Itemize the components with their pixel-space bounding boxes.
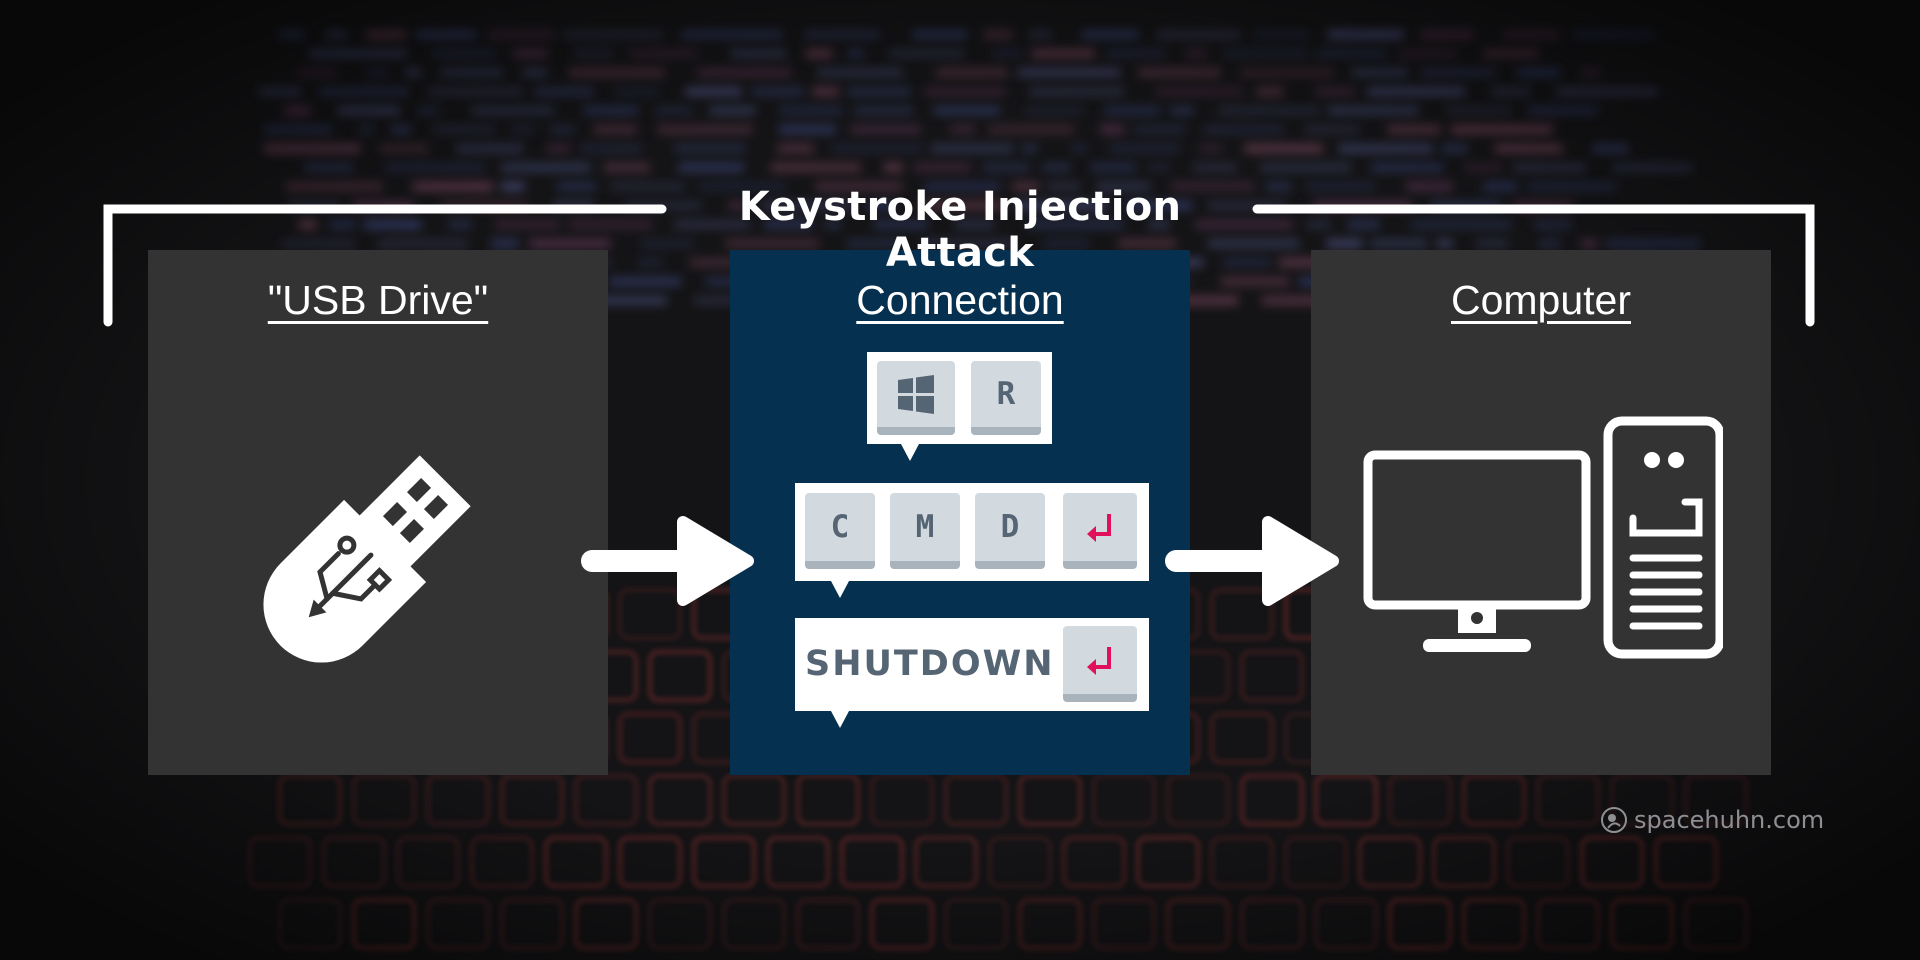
enter-key xyxy=(1063,626,1137,702)
windows-logo-icon xyxy=(898,375,934,414)
key-r: R xyxy=(971,361,1041,435)
enter-arrow-icon xyxy=(1087,514,1111,542)
diagram-title: Keystroke Injection Attack xyxy=(738,184,1182,276)
keystroke-bubble-cmd: C M D xyxy=(795,483,1149,598)
shutdown-text: SHUTDOWN xyxy=(805,644,1055,684)
connection-title: Connection xyxy=(856,277,1064,323)
computer-panel: Computer xyxy=(1311,250,1771,775)
connection-panel: Connection R C M D SHUTDOWN xyxy=(730,250,1190,775)
key-c: C xyxy=(805,493,875,569)
key-d: D xyxy=(975,493,1045,569)
usb-stick-icon xyxy=(263,455,471,663)
windows-logo-key xyxy=(877,361,955,435)
watermark-text: spacehuhn.com xyxy=(1634,806,1825,834)
enter-key xyxy=(1063,493,1137,569)
watermark: spacehuhn.com xyxy=(1600,806,1824,834)
enter-arrow-icon xyxy=(1087,647,1111,675)
desktop-computer-icon xyxy=(1363,416,1723,659)
keystroke-bubble-win-r: R xyxy=(867,352,1052,461)
usb-drive-title: "USB Drive" xyxy=(267,277,489,323)
keystroke-bubble-shutdown: SHUTDOWN xyxy=(795,618,1149,728)
key-m: M xyxy=(890,493,960,569)
spacehuhn-logo-icon xyxy=(1601,807,1627,833)
usb-drive-panel: "USB Drive" xyxy=(148,250,608,775)
computer-title: Computer xyxy=(1450,277,1631,323)
